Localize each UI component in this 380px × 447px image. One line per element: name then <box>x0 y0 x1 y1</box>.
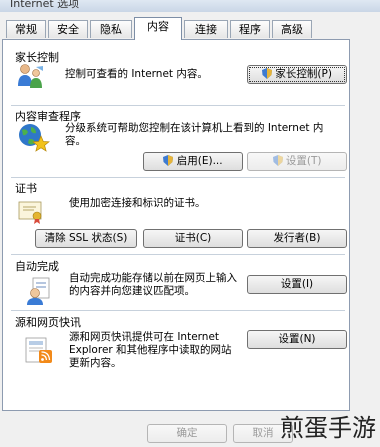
parental-controls-button-label: 家长控制(P) <box>275 68 332 80</box>
globe-star-icon <box>16 122 50 154</box>
divider <box>11 105 345 106</box>
certificates-desc: 使用加密连接和标识的证书。 <box>69 197 206 209</box>
tab-security[interactable]: 安全 <box>48 20 88 38</box>
tab-general[interactable]: 常规 <box>6 20 46 38</box>
enable-button-label: 启用(E)... <box>176 155 223 167</box>
feeds-desc-3: 更新内容。 <box>69 357 122 369</box>
tab-content[interactable]: 内容 <box>134 17 182 40</box>
autocomplete-desc-1: 自动完成功能存储以前在网页上输入 <box>69 272 237 284</box>
divider <box>11 310 345 311</box>
tab-programs[interactable]: 程序 <box>230 20 270 38</box>
parental-controls-desc: 控制可查看的 Internet 内容。 <box>65 68 208 80</box>
tab-connections[interactable]: 连接 <box>184 20 228 38</box>
window-title: Internet 选项 <box>10 0 80 10</box>
clear-ssl-state-button[interactable]: 清除 SSL 状态(S) <box>35 229 137 248</box>
divider <box>11 254 345 255</box>
feed-icon <box>25 337 55 365</box>
advisor-settings-button[interactable]: 设置(T) <box>247 152 347 171</box>
title-bar: Internet 选项 <box>0 0 380 12</box>
content-advisor-desc-1: 分级系统可帮助您控制在该计算机上看到的 Internet 内 <box>65 122 324 134</box>
publishers-button[interactable]: 发行者(B) <box>247 229 347 248</box>
certificate-icon <box>18 200 46 224</box>
watermark-text: 煎蛋手游 <box>280 414 376 442</box>
content-tab-panel: 家长控制 控制可查看的 Internet 内容。 家长控制(P) 内容审查程序 … <box>2 39 350 411</box>
advisor-settings-button-label: 设置(T) <box>285 155 322 167</box>
enable-button[interactable]: 启用(E)... <box>143 152 243 171</box>
dialog-button-bar: 确定 取消 煎蛋手游 <box>0 411 380 447</box>
autocomplete-icon <box>25 277 57 305</box>
advisor-settings-shield-icon <box>272 155 283 166</box>
feeds-settings-button[interactable]: 设置(N) <box>247 330 347 349</box>
content-advisor-desc-2: 容。 <box>65 135 86 147</box>
family-icon <box>16 62 46 90</box>
parental-controls-button[interactable]: 家长控制(P) <box>247 65 347 84</box>
certificates-heading: 证书 <box>15 182 37 195</box>
divider <box>11 177 345 178</box>
tab-advanced[interactable]: 高级 <box>272 20 312 38</box>
enable-shield-icon <box>163 155 174 166</box>
tab-privacy[interactable]: 隐私 <box>90 20 132 38</box>
feeds-desc-1: 源和网页快讯提供可在 Internet <box>69 331 220 343</box>
autocomplete-desc-2: 的内容并向您建议匹配项。 <box>69 285 195 297</box>
certificates-button[interactable]: 证书(C) <box>143 229 243 248</box>
autocomplete-heading: 自动完成 <box>15 260 59 273</box>
feeds-heading: 源和网页快讯 <box>15 316 81 329</box>
feeds-desc-2: Explorer 和其他程序中读取的网站 <box>69 344 232 356</box>
autocomplete-settings-button[interactable]: 设置(I) <box>247 275 347 294</box>
parental-shield-icon <box>262 68 273 79</box>
ok-button[interactable]: 确定 <box>147 424 227 443</box>
